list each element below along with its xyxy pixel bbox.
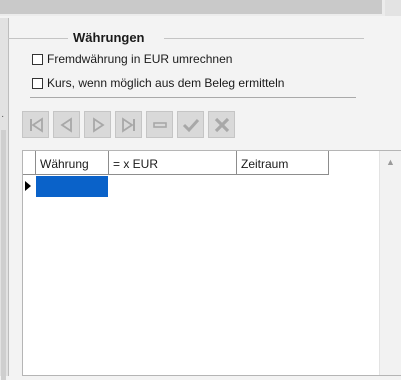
post-record-button[interactable]: [177, 111, 204, 138]
checkbox-box[interactable]: [32, 53, 43, 65]
grid-vertical-scrollbar[interactable]: ▲: [379, 151, 401, 375]
groupbox-title: Währungen: [70, 30, 148, 45]
left-panel-edge: ·: [0, 18, 9, 380]
next-record-button[interactable]: [84, 111, 111, 138]
top-horizontal-scrollbar[interactable]: [0, 0, 401, 16]
checkbox-label: Fremdwährung in EUR umrechnen: [47, 52, 233, 66]
checkbox-convert-to-eur[interactable]: Fremdwährung in EUR umrechnen: [32, 52, 232, 66]
record-navigator: [22, 111, 235, 138]
last-icon: [121, 116, 135, 133]
currency-grid[interactable]: Währung = x EUR Zeitraum ▲: [22, 150, 401, 376]
col-header-zeitraum[interactable]: Zeitraum: [237, 151, 329, 175]
col-header-eur-rate[interactable]: = x EUR: [109, 151, 237, 175]
prior-icon: [59, 116, 72, 133]
grid-header-indicator: [23, 151, 36, 175]
prior-record-button[interactable]: [53, 111, 80, 138]
checkbox-box[interactable]: [32, 77, 43, 89]
left-panel-scrollbar[interactable]: [1, 130, 6, 380]
next-icon: [92, 116, 105, 133]
col-header-waehrung[interactable]: Währung: [36, 151, 109, 175]
left-panel-marker: ·: [1, 111, 5, 122]
last-record-button[interactable]: [115, 111, 142, 138]
grid-header: Währung = x EUR Zeitraum: [23, 151, 329, 175]
scrollbar-corner: [385, 0, 401, 16]
groupbox-border-top-right: [164, 38, 364, 39]
cancel-record-button[interactable]: [208, 111, 235, 138]
scroll-up-arrow-icon[interactable]: ▲: [386, 157, 395, 167]
check-icon: [182, 118, 199, 132]
groupbox-border-top-left: [8, 38, 68, 39]
x-icon: [214, 117, 229, 132]
first-record-button[interactable]: [22, 111, 49, 138]
selected-cell-waehrung[interactable]: [36, 176, 108, 197]
separator-line: [30, 97, 356, 98]
checkbox-label: Kurs, wenn möglich aus dem Beleg ermitte…: [47, 76, 285, 90]
checkbox-rate-from-document[interactable]: Kurs, wenn möglich aus dem Beleg ermitte…: [32, 76, 284, 90]
current-row-indicator: [25, 181, 31, 191]
minus-icon: [152, 121, 167, 128]
first-icon: [29, 116, 43, 133]
scrollbar-thumb[interactable]: [0, 0, 382, 14]
delete-record-button[interactable]: [146, 111, 173, 138]
